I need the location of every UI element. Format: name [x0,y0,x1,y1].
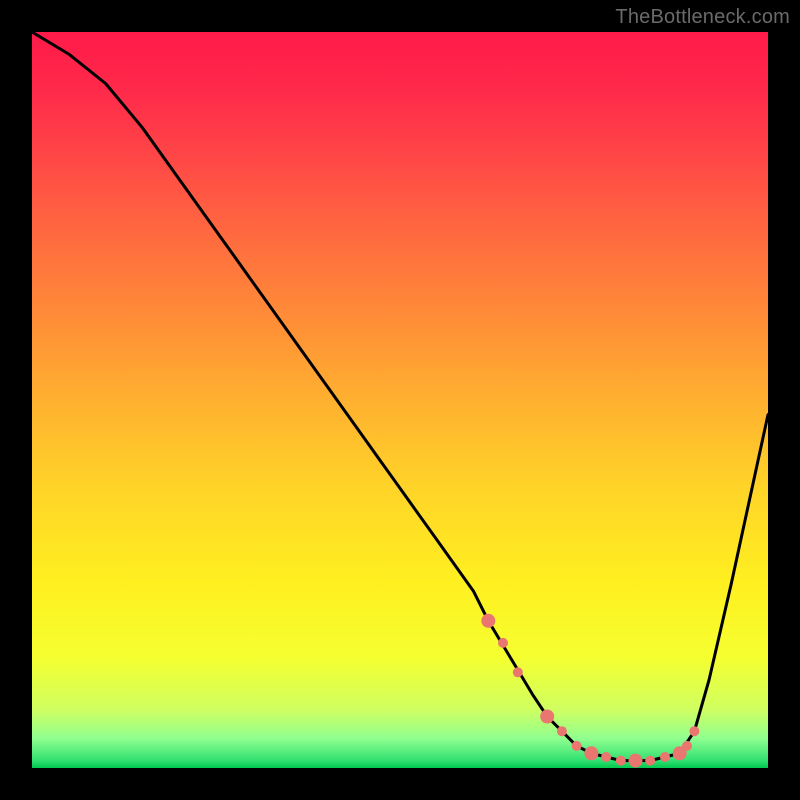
curve-marker [689,726,699,736]
chart-container: TheBottleneck.com [0,0,800,800]
curve-marker [601,752,611,762]
curve-marker [645,756,655,766]
curve-marker [557,726,567,736]
curve-marker [584,746,598,760]
curve-markers-group [481,614,699,768]
curve-marker [572,741,582,751]
curve-marker [498,638,508,648]
curve-marker [629,754,643,768]
bottleneck-curve [32,32,768,761]
watermark-text: TheBottleneck.com [615,6,790,29]
bottleneck-curve-svg [32,32,768,768]
curve-marker [660,752,670,762]
curve-marker [616,756,626,766]
chart-plot-area [32,32,768,768]
curve-marker [540,710,554,724]
curve-marker [513,667,523,677]
curve-marker [481,614,495,628]
curve-marker [682,741,692,751]
